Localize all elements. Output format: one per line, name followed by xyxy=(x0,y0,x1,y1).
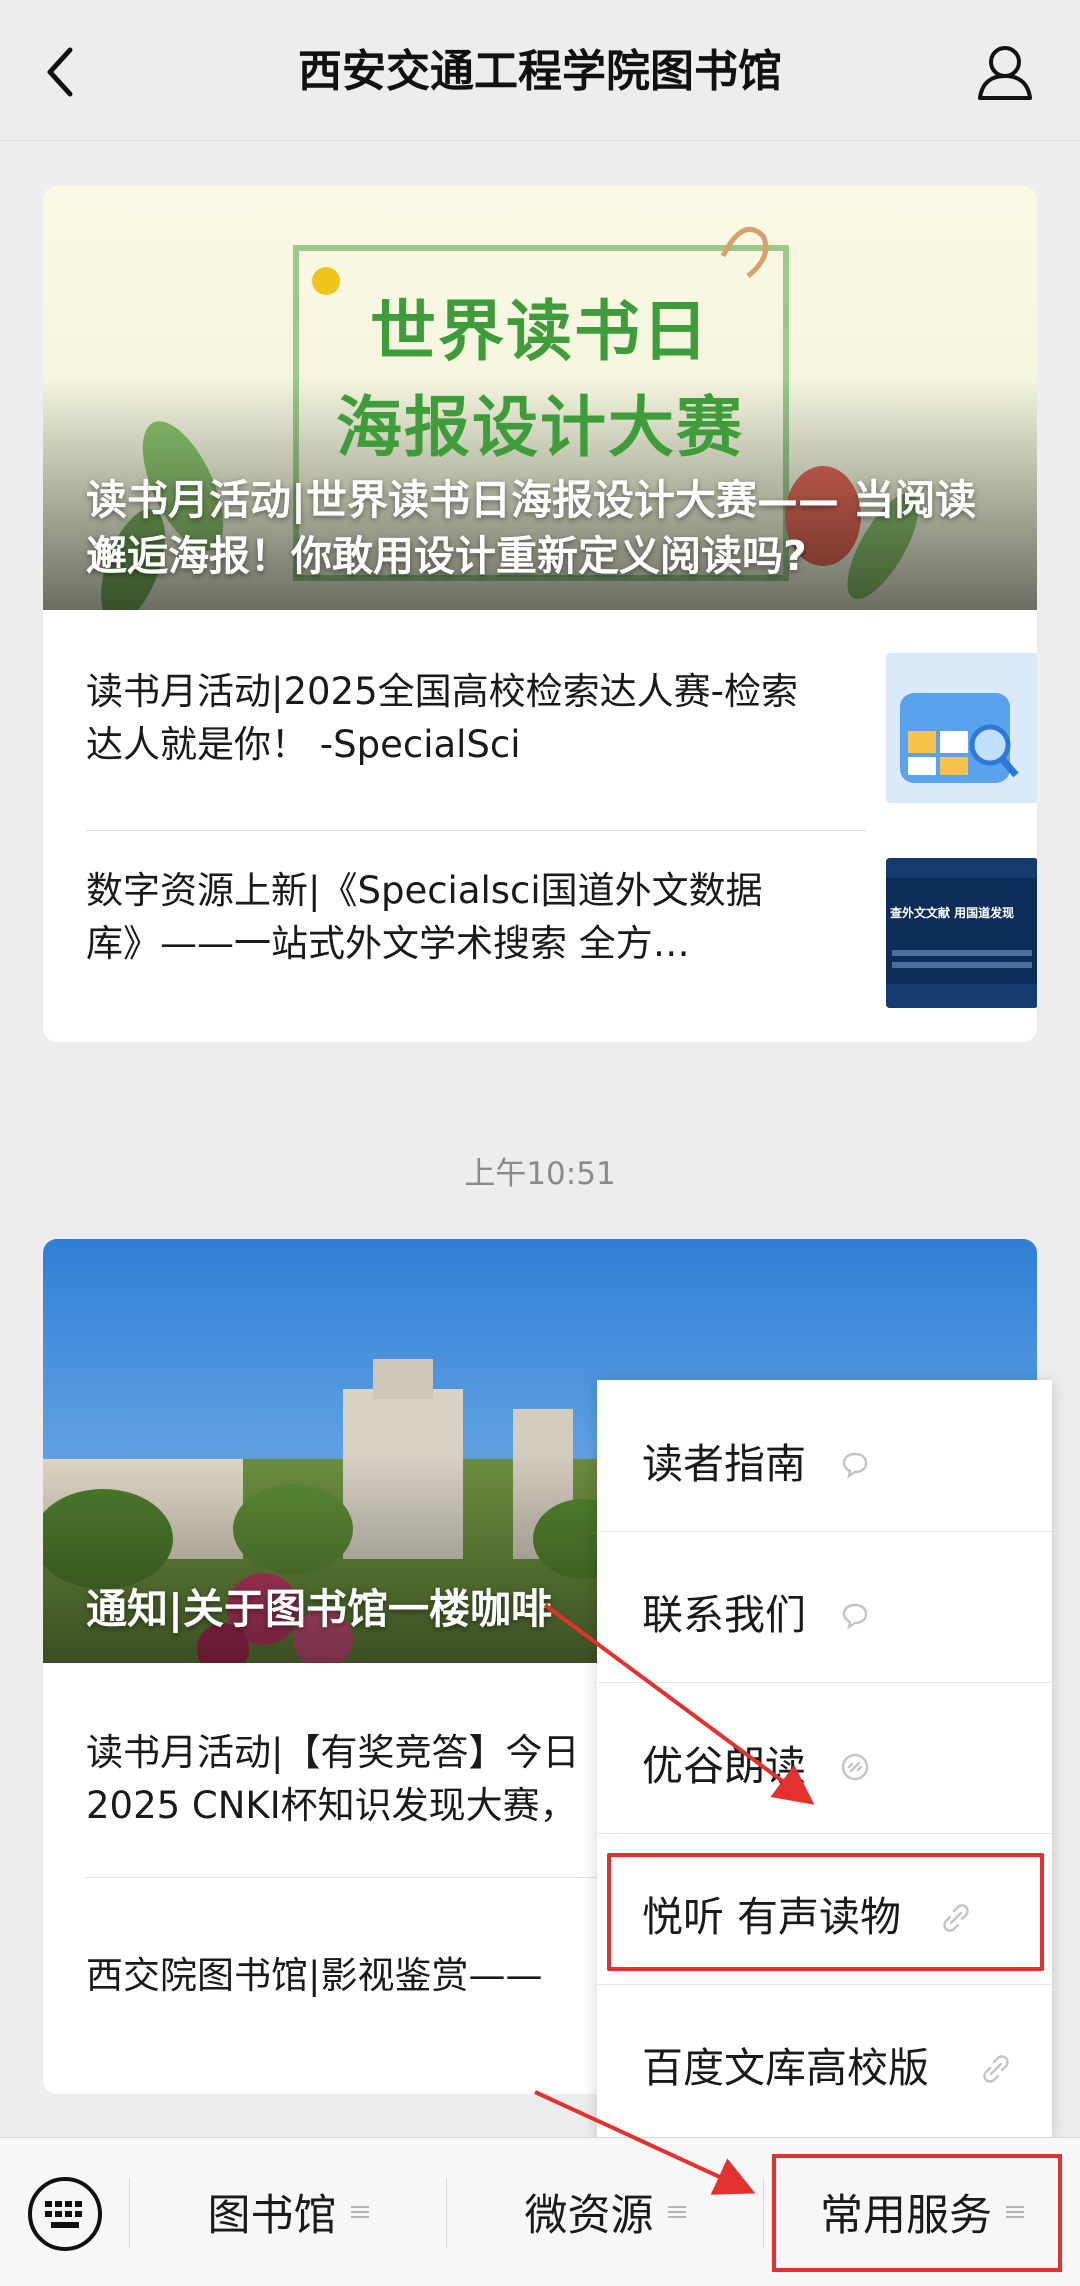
tab-micro-resources[interactable]: 微资源 xyxy=(447,2138,763,2286)
tab-label: 微资源 xyxy=(524,2191,654,2241)
highlight-box-common-services xyxy=(772,2154,1062,2272)
link-icon xyxy=(983,2055,1009,2083)
thumbnail-caption: 查外文文献 用国道发现 xyxy=(890,906,1015,920)
list-item[interactable]: 数字资源上新|《Specialsci国道外文数据库》——一站式外文学术搜索 全方… xyxy=(86,858,1037,1008)
article-card[interactable]: 世界读书日 海报设计大赛 读书月活动|世界读书日海报设计大赛—— 当阅读邂逅海报… xyxy=(43,186,1037,1042)
message-timestamp: 上午10:51 xyxy=(464,1156,616,1192)
chat-bubble-icon xyxy=(842,1452,868,1479)
chevron-left-icon[interactable] xyxy=(38,42,86,102)
tab-library[interactable]: 图书馆 xyxy=(130,2138,446,2286)
list-item-title[interactable]: 数字资源上新|《Specialsci国道外文数据库》——一站式外文学术搜索 全方… xyxy=(86,864,806,970)
top-nav-bar: 西安交通工程学院图书馆 xyxy=(0,0,1080,141)
list-item[interactable]: 读书月活动|2025全国高校检索达人赛-检索达人就是你！ -SpecialSci xyxy=(86,653,1037,803)
menu-item-label: 读者指南 xyxy=(642,1440,806,1488)
poster-text-line1: 世界读书日 xyxy=(370,293,710,370)
poster-text-line2: 海报设计大赛 xyxy=(336,389,744,466)
article-thumbnail: 查外文文献 用国道发现 xyxy=(886,858,1037,1008)
person-icon[interactable] xyxy=(976,42,1034,102)
chat-bubble-icon xyxy=(842,1603,868,1630)
menu-item-reader-guide[interactable]: 读者指南 xyxy=(597,1380,1052,1532)
tab-label: 图书馆 xyxy=(207,2191,337,2241)
menu-item-label: 优谷朗读 xyxy=(642,1742,806,1790)
highlight-box-audiobooks xyxy=(607,1853,1044,1971)
menu-item-label: 百度文库高校版 xyxy=(642,2044,929,2092)
menu-item-contact-us[interactable]: 联系我们 xyxy=(597,1531,1052,1683)
menu-item-baidu-wenku[interactable]: 百度文库高校版 xyxy=(597,1984,1052,2135)
article-thumbnail xyxy=(886,653,1037,803)
page-title: 西安交通工程学院图书馆 xyxy=(298,46,782,97)
menu-lines-icon xyxy=(350,2206,369,2218)
menu-lines-icon xyxy=(667,2206,686,2218)
keyboard-icon[interactable] xyxy=(26,2175,104,2253)
divider xyxy=(86,830,866,831)
article-cover[interactable]: 世界读书日 海报设计大赛 读书月活动|世界读书日海报设计大赛—— 当阅读邂逅海报… xyxy=(43,186,1037,610)
list-item-title[interactable]: 读书月活动|2025全国高校检索达人赛-检索达人就是你！ -SpecialSci xyxy=(86,665,806,771)
menu-item-yougu-reading[interactable]: 优谷朗读 xyxy=(597,1682,1052,1834)
service-popup-menu: 读者指南 联系我们 优谷朗读 悦听 有声读物 百度文库高校版 xyxy=(597,1380,1052,2138)
menu-item-label: 联系我们 xyxy=(642,1591,806,1639)
article-cover-title[interactable]: 读书月活动|世界读书日海报设计大赛—— 当阅读邂逅海报！你敢用设计重新定义阅读吗… xyxy=(86,472,1001,584)
link-icon xyxy=(841,1753,869,1781)
